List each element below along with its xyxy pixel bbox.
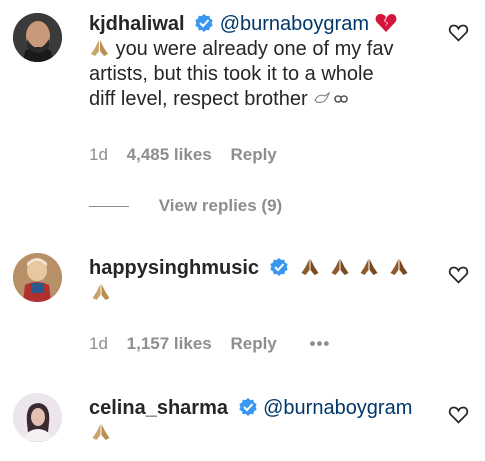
- mention-link[interactable]: @burnaboygram: [220, 13, 369, 35]
- comment-time: 1d: [89, 334, 108, 353]
- mention-link[interactable]: @burnaboygram: [263, 397, 412, 419]
- reply-button[interactable]: Reply: [230, 145, 276, 164]
- more-options-icon[interactable]: •••: [310, 334, 331, 353]
- praying-hands-emoji: [331, 259, 349, 275]
- likes-count[interactable]: 4,485 likes: [127, 145, 212, 164]
- broken-heart-emoji: [375, 14, 396, 32]
- username[interactable]: kjdhaliwal: [89, 13, 185, 35]
- praying-hands-emoji: [301, 259, 319, 275]
- verified-badge-icon: [195, 14, 213, 32]
- comment-text: happysinghmusic: [89, 256, 435, 306]
- avatar[interactable]: [13, 393, 62, 442]
- praying-hands-emoji: [92, 424, 110, 440]
- comment-line-1: you were already one of my fav: [115, 38, 394, 60]
- verified-badge-icon: [238, 398, 257, 416]
- praying-hands-emoji: [390, 259, 408, 275]
- likes-count[interactable]: 1,157 likes: [127, 334, 212, 353]
- avatar[interactable]: [13, 253, 62, 302]
- dove-infinity-emoji: [314, 91, 349, 103]
- heart-outline-icon[interactable]: [448, 404, 469, 425]
- avatar[interactable]: [13, 13, 62, 62]
- heart-outline-icon[interactable]: [448, 22, 469, 43]
- comment-meta: 1d 1,157 likes Reply •••: [89, 334, 344, 354]
- comment-text: kjdhaliwal @burnaboygram you were alread…: [89, 12, 435, 112]
- praying-hands-emoji: [360, 259, 378, 275]
- comment-meta: 1d 4,485 likes Reply: [89, 145, 291, 165]
- username[interactable]: happysinghmusic: [89, 257, 259, 279]
- divider-line: [89, 206, 129, 208]
- comment-line-3: diff level, respect brother: [89, 88, 308, 110]
- reply-button[interactable]: Reply: [230, 334, 276, 353]
- heart-outline-icon[interactable]: [448, 264, 469, 285]
- comment-time: 1d: [89, 145, 108, 164]
- view-replies-label: View replies (9): [158, 196, 283, 215]
- verified-badge-icon: [269, 258, 288, 276]
- praying-hands-emoji: [92, 284, 110, 300]
- view-replies-button[interactable]: View replies (9): [89, 196, 282, 216]
- username[interactable]: celina_sharma: [89, 397, 228, 419]
- comment-line-2: artists, but this took it to a whole: [89, 63, 374, 85]
- comment-text: celina_sharma @burnaboygram: [89, 396, 435, 446]
- praying-hands-emoji: [91, 40, 108, 56]
